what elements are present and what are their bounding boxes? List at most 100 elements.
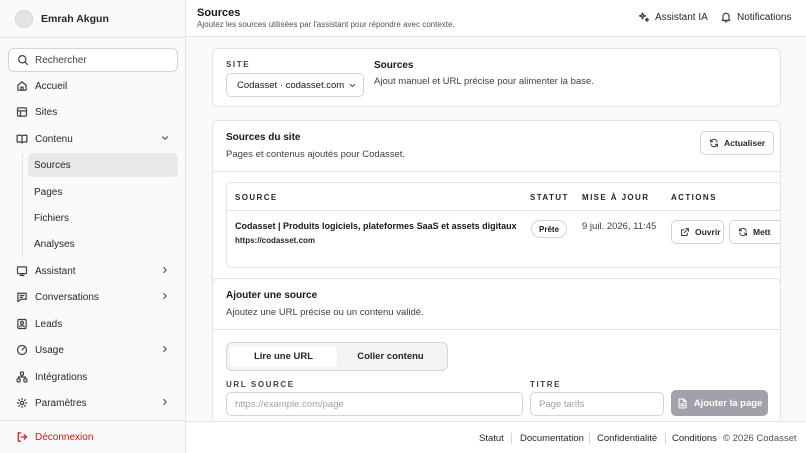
bell-icon — [721, 12, 731, 23]
sidebar-item-contenu[interactable]: Contenu — [8, 127, 178, 151]
open-label: Ouvrir — [695, 227, 721, 237]
add-source-description: Ajoutez une URL précise ou un contenu va… — [226, 307, 424, 318]
titre-input[interactable]: Page tarifs — [530, 392, 664, 416]
add-page-button[interactable]: Ajouter la page — [671, 390, 768, 416]
url-source-input[interactable]: https://example.com/page — [226, 392, 523, 416]
gear-icon — [16, 397, 28, 409]
chevron-right-icon — [163, 399, 167, 405]
site-selector-card: SITE Codasset · codasset.com Sources Ajo… — [212, 48, 781, 107]
sidebar: Emrah Akgun Rechercher Accueil Sites Con… — [0, 0, 186, 453]
sidebar-item-parametres[interactable]: Paramètres — [8, 391, 178, 415]
add-page-label: Ajouter la page — [693, 397, 763, 409]
network-icon — [16, 371, 28, 383]
submenu-guide-line — [22, 153, 23, 257]
tab-coller-contenu[interactable]: Coller contenu — [337, 346, 444, 367]
avatar — [15, 10, 33, 28]
chevron-right-icon — [163, 293, 167, 299]
site-card-title: Sources — [374, 60, 414, 71]
sidebar-item-label: Usage — [35, 344, 64, 356]
chevron-right-icon — [163, 346, 167, 352]
sidebar-item-label: Intégrations — [35, 371, 88, 383]
home-icon — [17, 81, 27, 91]
copyright: © 2026 Codasset — [723, 433, 797, 444]
divider — [511, 433, 512, 444]
refresh-icon — [739, 227, 747, 237]
logout-button[interactable]: Déconnexion — [8, 425, 93, 449]
footer-link-statut[interactable]: Statut — [479, 433, 504, 444]
column-header-updated: MISE À JOUR — [582, 193, 650, 202]
updated-date: 9 juil. 2026, 11:45 — [582, 221, 657, 232]
logout-label: Déconnexion — [35, 431, 94, 443]
logout-icon — [17, 432, 28, 442]
titre-label: TITRE — [530, 380, 562, 389]
search-icon — [18, 55, 29, 66]
sparkles-icon — [638, 12, 650, 23]
sidebar-subitem-analyses[interactable]: Analyses — [28, 232, 178, 256]
source-mode-tabs: Lire une URL Coller contenu — [226, 342, 448, 371]
sidebar-item-leads[interactable]: Leads — [8, 312, 178, 336]
footer-link-confidentialite[interactable]: Confidentialité — [597, 433, 657, 444]
status-badge: Prête — [531, 220, 568, 238]
page-subtitle: Ajoutez les sources utilisées par l'assi… — [197, 20, 455, 29]
sidebar-subitem-sources[interactable]: Sources — [28, 153, 178, 177]
divider — [227, 210, 780, 211]
site-sources-description: Pages et contenus ajoutés pour Codasset. — [226, 149, 406, 160]
site-select-value: Codasset · codasset.com — [237, 79, 345, 91]
divider — [0, 37, 185, 38]
gauge-icon — [16, 344, 28, 356]
sidebar-item-usage[interactable]: Usage — [8, 338, 178, 362]
sidebar-item-integrations[interactable]: Intégrations — [8, 365, 178, 389]
divider — [213, 171, 780, 172]
user-name: Emrah Akgun — [41, 13, 109, 25]
open-button[interactable]: Ouvrir — [671, 220, 724, 244]
external-link-icon — [681, 228, 689, 236]
sidebar-subitem-label: Fichiers — [34, 212, 70, 224]
chevron-right-icon — [163, 267, 167, 273]
add-source-title: Ajouter une source — [226, 290, 318, 301]
search-button[interactable]: Rechercher — [8, 48, 178, 72]
sidebar-item-label: Assistant — [35, 265, 76, 277]
refresh-button[interactable]: Actualiser — [700, 131, 775, 155]
monitor-icon — [16, 266, 28, 277]
add-source-card: Ajouter une source Ajoutez une URL préci… — [212, 278, 781, 420]
assistant-ia-button[interactable]: Assistant IA — [638, 11, 708, 23]
notifications-button[interactable]: Notifications — [720, 11, 791, 23]
sidebar-subitem-pages[interactable]: Pages — [28, 180, 178, 204]
url-source-label: URL SOURCE — [226, 380, 295, 389]
sidebar-item-sites[interactable]: Sites — [8, 100, 178, 124]
footer: Statut Documentation Confidentialité Con… — [186, 421, 806, 453]
chevron-down-icon — [349, 83, 356, 88]
assistant-ia-label: Assistant IA — [655, 11, 708, 23]
sidebar-item-label: Paramètres — [35, 397, 87, 409]
footer-link-documentation[interactable]: Documentation — [520, 433, 584, 444]
sidebar-item-label: Sites — [35, 106, 58, 118]
chevron-down-icon — [162, 136, 168, 140]
source-title: Codasset | Produits logiciels, plateform… — [235, 221, 517, 231]
divider — [0, 420, 185, 421]
file-icon — [678, 397, 687, 409]
sidebar-item-assistant[interactable]: Assistant — [8, 259, 178, 283]
notifications-label: Notifications — [737, 11, 792, 23]
site-card-description: Ajout manuel et URL précise pour aliment… — [374, 76, 594, 87]
column-header-status: STATUT — [530, 193, 569, 202]
divider — [665, 433, 666, 444]
sidebar-item-label: Accueil — [35, 80, 68, 92]
page-title: Sources — [197, 7, 241, 19]
sidebar-item-label: Leads — [35, 318, 63, 330]
sidebar-item-label: Conversations — [35, 291, 99, 303]
divider — [589, 433, 590, 444]
footer-link-conditions[interactable]: Conditions — [672, 433, 717, 444]
sidebar-item-conversations[interactable]: Conversations — [8, 285, 178, 309]
source-url[interactable]: https://codasset.com — [235, 236, 315, 245]
tab-lire-url[interactable]: Lire une URL — [230, 346, 337, 367]
update-button[interactable]: Mett — [729, 220, 780, 244]
user-profile[interactable]: Emrah Akgun — [15, 9, 109, 29]
divider — [213, 329, 780, 330]
site-select[interactable]: Codasset · codasset.com — [226, 73, 364, 97]
contact-icon — [17, 318, 27, 330]
top-header: Sources Ajoutez les sources utilisées pa… — [186, 0, 806, 37]
site-sources-title: Sources du site — [226, 132, 301, 143]
refresh-label: Actualiser — [724, 138, 766, 148]
sidebar-item-accueil[interactable]: Accueil — [8, 74, 178, 98]
sidebar-subitem-fichiers[interactable]: Fichiers — [28, 206, 178, 230]
